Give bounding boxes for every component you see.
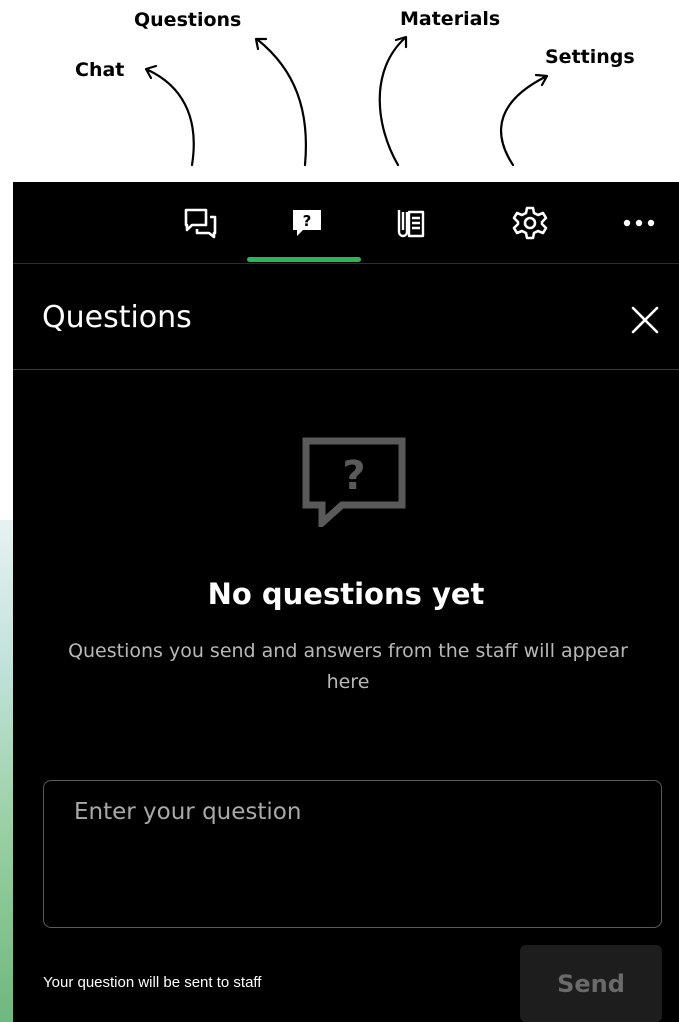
more-dots-icon [623, 219, 655, 227]
close-icon [631, 306, 659, 334]
close-button[interactable] [627, 302, 663, 338]
send-button[interactable]: Send [520, 945, 662, 1022]
tab-more[interactable] [599, 182, 679, 264]
arrow-to-chat [146, 68, 195, 167]
arrow-to-settings [499, 75, 547, 167]
svg-text:?: ? [342, 453, 365, 499]
send-note: Your question will be sent to staff [43, 974, 262, 991]
tab-chat[interactable] [161, 182, 241, 264]
tab-bar: ? [13, 182, 679, 264]
tab-settings[interactable] [490, 182, 570, 264]
active-tab-indicator [247, 257, 361, 262]
arrow-to-materials [378, 36, 407, 167]
question-input[interactable] [43, 780, 662, 928]
question-bubble-icon: ? [302, 437, 406, 527]
empty-state-title: No questions yet [207, 577, 485, 611]
panel-header: Questions [13, 265, 679, 370]
chat-bubbles-icon [184, 208, 217, 239]
gear-icon [512, 206, 548, 240]
tab-questions[interactable]: ? [267, 182, 347, 264]
question-bubble-icon: ? [293, 210, 321, 236]
svg-text:?: ? [303, 212, 312, 230]
tab-materials[interactable] [370, 182, 450, 264]
arrow-to-questions [256, 38, 307, 167]
empty-state-description: Questions you send and answers from the … [68, 640, 628, 693]
panel-title: Questions [42, 300, 192, 335]
materials-icon [397, 210, 425, 238]
annotation-arrows [144, 35, 549, 167]
questions-panel: ? Questions ? No questions yet Questions… [13, 182, 679, 1022]
screenshot-stage: Chat Questions Materials Settings ? Ques… [0, 0, 679, 1022]
